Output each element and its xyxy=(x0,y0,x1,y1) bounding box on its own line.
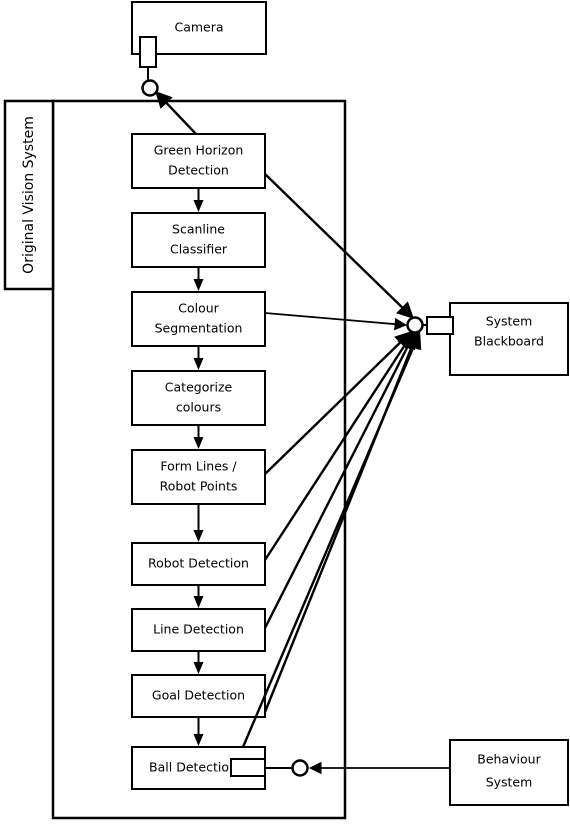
ball-detection-label: Ball Detection xyxy=(149,760,237,775)
behaviour-system-label-line1: Behaviour xyxy=(477,752,541,767)
node-categorize-colours[interactable]: Categorize colours xyxy=(131,370,266,426)
node-scanline-classifier[interactable]: Scanline Classifier xyxy=(131,212,266,268)
diagram-canvas: Camera Original Vision System Green Hori… xyxy=(0,0,570,824)
node-line-detection[interactable]: Line Detection xyxy=(131,608,266,652)
behaviour-request-socket-icon[interactable] xyxy=(291,759,309,777)
camera-label: Camera xyxy=(174,20,223,35)
green-horizon-detection-label-line2: Detection xyxy=(168,163,229,178)
system-blackboard-label-line1: System xyxy=(486,314,533,329)
node-green-horizon-detection[interactable]: Green Horizon Detection xyxy=(131,133,266,189)
node-goal-detection[interactable]: Goal Detection xyxy=(131,674,266,718)
publish-arrow-colour-segmentation[interactable] xyxy=(264,312,408,331)
architecture-diagram: Camera Original Vision System Green Hori… xyxy=(3,1,569,820)
camera-socket-icon[interactable] xyxy=(141,79,159,97)
node-camera[interactable]: Camera xyxy=(131,1,267,97)
line-detection-label: Line Detection xyxy=(153,622,244,637)
node-colour-segmentation[interactable]: Colour Segmentation xyxy=(131,291,266,347)
node-behaviour-system[interactable]: Behaviour System xyxy=(308,739,569,806)
form-lines-robot-points-label-line2: Robot Points xyxy=(160,479,238,494)
node-ball-detection[interactable]: Ball Detection xyxy=(131,746,309,790)
publish-connections-fan[interactable] xyxy=(241,173,422,748)
green-horizon-detection-label-line1: Green Horizon xyxy=(154,143,244,158)
system-blackboard-provided-port[interactable] xyxy=(426,316,454,335)
publish-arrow-green-horizon-detection[interactable] xyxy=(264,173,415,319)
scanline-classifier-label-line2: Classifier xyxy=(170,242,228,257)
goal-detection-label: Goal Detection xyxy=(152,688,245,703)
connection-green-horizon-to-camera[interactable] xyxy=(155,90,197,135)
original-vision-system-label: Original Vision System xyxy=(21,116,37,274)
system-blackboard-label-line2: Blackboard xyxy=(474,334,544,349)
publish-arrow-ball-detection[interactable] xyxy=(241,331,422,748)
blackboard-hub-socket-icon[interactable] xyxy=(406,316,424,334)
colour-segmentation-label-line2: Segmentation xyxy=(155,321,243,336)
form-lines-robot-points-label-line1: Form Lines / xyxy=(160,459,237,474)
behaviour-system-label-line2: System xyxy=(486,775,533,790)
camera-provided-port[interactable] xyxy=(139,36,157,68)
ball-detection-provided-port[interactable] xyxy=(230,758,266,777)
publish-arrow-line-detection[interactable] xyxy=(263,331,416,629)
colour-segmentation-label-line1: Colour xyxy=(178,301,219,316)
node-robot-detection[interactable]: Robot Detection xyxy=(131,542,266,586)
node-system-blackboard[interactable]: System Blackboard xyxy=(406,302,569,376)
scanline-classifier-label-line1: Scanline xyxy=(172,222,225,237)
categorize-colours-label-line2: colours xyxy=(176,400,221,415)
categorize-colours-label-line1: Categorize xyxy=(165,380,233,395)
camera-image-consume-arrow[interactable] xyxy=(155,90,197,135)
robot-detection-label: Robot Detection xyxy=(148,556,249,571)
node-form-lines-robot-points[interactable]: Form Lines / Robot Points xyxy=(131,449,266,505)
behaviour-system-box[interactable] xyxy=(449,739,569,806)
